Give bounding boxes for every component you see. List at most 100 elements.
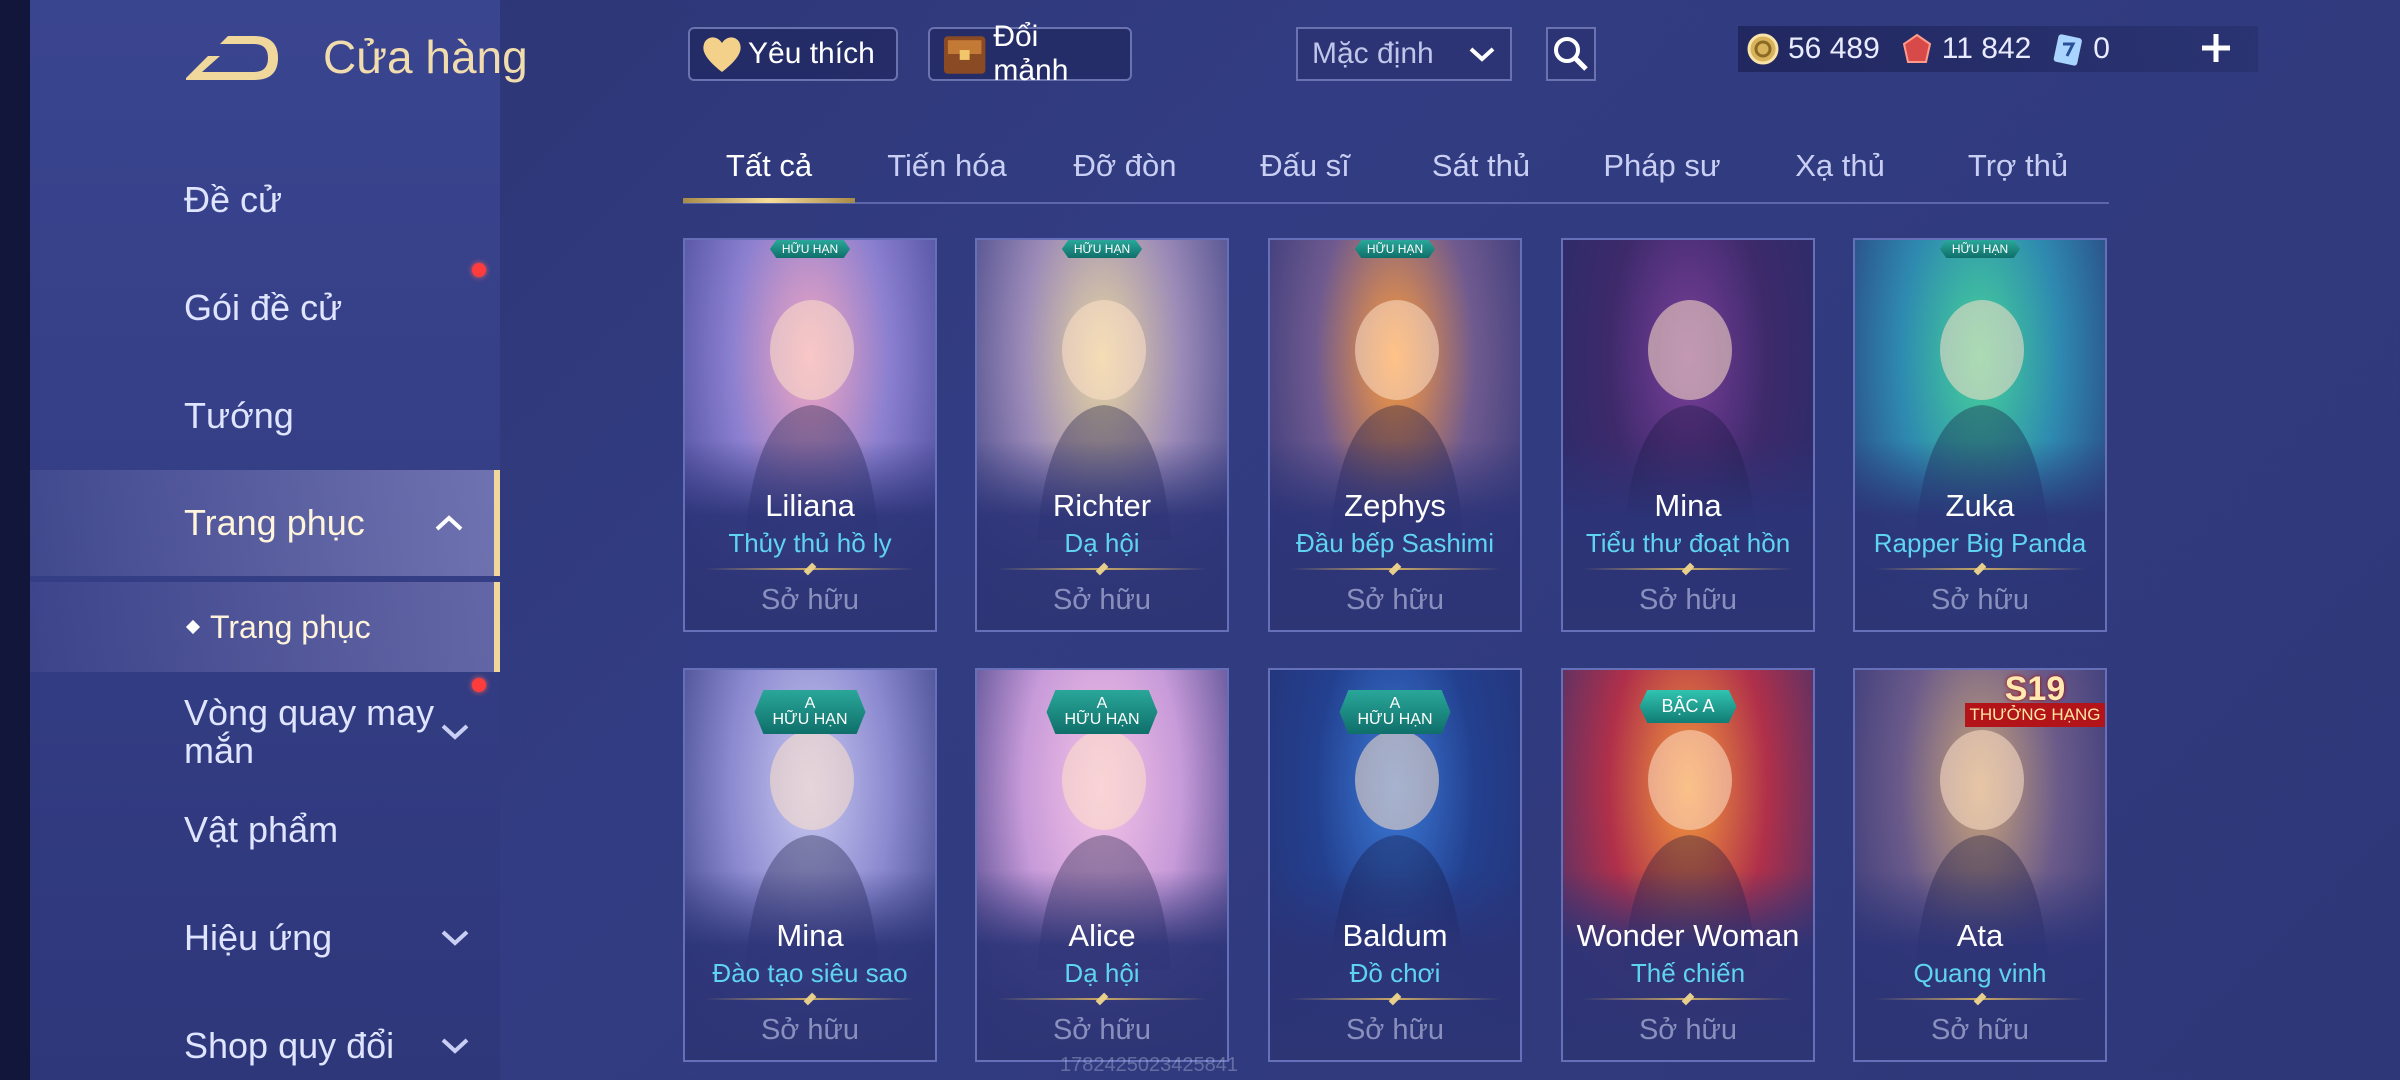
skin-name: Quang vinh xyxy=(1913,958,2047,988)
tab-assassin[interactable]: Sát thủ xyxy=(1432,148,1530,184)
owned-status: Sở hữu xyxy=(1052,1014,1152,1046)
hero-name: Baldum xyxy=(1342,918,1448,953)
skin-card[interactable]: HỮU HẠN Richter Dạ hội Sở hữu xyxy=(975,238,1229,632)
add-currency-button[interactable] xyxy=(2198,30,2234,66)
tab-fighter[interactable]: Đấu sĩ xyxy=(1260,148,1350,184)
card-divider xyxy=(997,998,1207,1000)
owned-status: Sở hữu xyxy=(1345,1014,1445,1046)
skin-name: Rapper Big Panda xyxy=(1873,528,2087,558)
ruby-currency: 11 842 xyxy=(1900,32,2031,66)
sidebar-item-skins[interactable]: Trang phục xyxy=(30,470,500,576)
owned-status: Sở hữu xyxy=(1052,584,1152,616)
hero-name: Wonder Woman xyxy=(1576,918,1800,953)
search-button[interactable] xyxy=(1546,27,1596,81)
limited-badge: HỮU HẠN xyxy=(769,240,851,258)
skin-card[interactable]: HỮU HẠN Zuka Rapper Big Panda Sở hữu xyxy=(1853,238,2107,632)
skin-card[interactable]: A HỮU HẠN Alice Dạ hội Sở hữu xyxy=(975,668,1229,1062)
hero-name: Liliana xyxy=(765,488,855,523)
page-title: Cửa hàng xyxy=(323,31,528,83)
skin-name: Đồ chơi xyxy=(1349,958,1441,988)
hero-name: Zuka xyxy=(1945,488,2015,523)
back-button[interactable] xyxy=(180,30,284,86)
tab-evolution[interactable]: Tiến hóa xyxy=(887,148,1007,184)
hero-name: Richter xyxy=(1052,488,1152,523)
sidebar-item-recommended-packs[interactable]: Gói đề cử xyxy=(30,258,500,358)
skin-card[interactable]: S19 THƯỞNG HẠNG Ata Quang vinh Sở hữu xyxy=(1853,668,2107,1062)
limited-badge: A HỮU HẠN xyxy=(1339,690,1451,734)
skin-card[interactable]: BẬC A Wonder Woman Thế chiến Sở hữu xyxy=(1561,668,1815,1062)
skin-name: Dạ hội xyxy=(1064,958,1140,988)
favorites-button[interactable]: Yêu thích xyxy=(688,27,898,81)
skin-card[interactable]: HỮU HẠN Liliana Thủy thủ hồ ly Sở hữu xyxy=(683,238,937,632)
sidebar-subitem-label: Trang phục xyxy=(210,608,371,645)
tab-mage[interactable]: Pháp sư xyxy=(1603,148,1720,184)
currency-bar: 56 489 11 842 0 xyxy=(1738,26,2258,72)
card-divider xyxy=(997,568,1207,570)
owned-status: Sở hữu xyxy=(1930,1014,2030,1046)
skin-name: Tiểu thư đoạt hồn xyxy=(1585,528,1791,558)
sidebar-item-heroes[interactable]: Tướng xyxy=(30,366,500,466)
sidebar-item-label: Hiệu ứng xyxy=(184,917,333,958)
card-divider xyxy=(705,568,915,570)
ruby-icon xyxy=(1902,33,1931,63)
chevron-down-icon xyxy=(440,923,470,953)
category-tabs: Tất cả Tiến hóa Đỡ đòn Đấu sĩ Sát thủ Ph… xyxy=(683,140,2109,204)
sort-value: Mặc định xyxy=(1312,37,1434,70)
back-arrow-icon xyxy=(186,36,278,80)
tab-tank[interactable]: Đỡ đòn xyxy=(1073,148,1176,184)
card-divider xyxy=(1583,568,1793,570)
tab-support[interactable]: Trợ thủ xyxy=(1968,148,2068,184)
tab-all[interactable]: Tất cả xyxy=(726,148,812,184)
chevron-up-icon xyxy=(434,508,464,538)
voucher-icon xyxy=(2053,34,2083,66)
sidebar-item-exchange-shop[interactable]: Shop quy đổi xyxy=(30,996,500,1080)
skin-name: Thủy thủ hồ ly xyxy=(728,528,892,558)
card-divider xyxy=(705,998,915,1000)
owned-status: Sở hữu xyxy=(1638,1014,1738,1046)
diamond-bullet-icon xyxy=(185,619,201,635)
sidebar-subitem-skins[interactable]: Trang phục xyxy=(30,582,500,672)
sidebar-item-items[interactable]: Vật phẩm xyxy=(30,780,500,880)
owned-status: Sở hữu xyxy=(760,1014,860,1046)
card-divider xyxy=(1290,568,1500,570)
sidebar-item-label: Gói đề cử xyxy=(184,287,343,328)
tab-marksman[interactable]: Xạ thủ xyxy=(1795,148,1885,184)
sort-dropdown[interactable]: Mặc định xyxy=(1296,27,1512,81)
hero-name: Ata xyxy=(1956,918,2004,953)
plus-icon xyxy=(2202,34,2230,62)
sidebar-item-label: Shop quy đổi xyxy=(184,1025,395,1066)
sidebar-item-label: Tướng xyxy=(184,395,294,436)
hero-name: Mina xyxy=(1654,488,1722,523)
card-divider xyxy=(1290,998,1500,1000)
chevron-down-icon xyxy=(1469,47,1495,62)
hero-name: Zephys xyxy=(1344,488,1446,523)
owned-status: Sở hữu xyxy=(760,584,860,616)
skin-card[interactable]: A HỮU HẠN Baldum Đồ chơi Sở hữu xyxy=(1268,668,1522,1062)
heart-icon xyxy=(703,37,741,72)
favorites-label: Yêu thích xyxy=(748,37,875,70)
chest-icon xyxy=(943,36,986,74)
sidebar-item-recommended[interactable]: Đề cử xyxy=(30,150,500,250)
owned-status: Sở hữu xyxy=(1345,584,1445,616)
skin-card[interactable]: A HỮU HẠN Mina Đào tạo siêu sao Sở hữu xyxy=(683,668,937,1062)
skin-name: Dạ hội xyxy=(1064,528,1140,558)
sidebar-item-label: Đề cử xyxy=(184,179,283,220)
sidebar-item-lucky-spin[interactable]: Vòng quay may mắn xyxy=(30,672,500,792)
hero-name: Mina xyxy=(776,918,844,953)
notification-dot xyxy=(472,678,486,692)
skin-name: Đầu bếp Sashimi xyxy=(1296,528,1494,558)
skin-card[interactable]: HỮU HẠN Zephys Đầu bếp Sashimi Sở hữu xyxy=(1268,238,1522,632)
exchange-fragments-button[interactable]: Đổi mảnh xyxy=(928,20,1132,87)
skin-card[interactable]: Mina Tiểu thư đoạt hồn Sở hữu xyxy=(1561,238,1815,632)
sidebar-item-effects[interactable]: Hiệu ứng xyxy=(30,888,500,988)
sidebar-item-label: Vòng quay may mắn xyxy=(184,692,435,771)
limited-badge: HỮU HẠN xyxy=(1939,240,2021,258)
card-divider xyxy=(1875,568,2085,570)
card-divider xyxy=(1583,998,1793,1000)
chevron-down-icon xyxy=(440,1031,470,1061)
voucher-amount: 0 xyxy=(2093,32,2110,65)
search-icon xyxy=(1554,37,1588,71)
sidebar-item-label: Trang phục xyxy=(184,502,365,543)
skin-name: Đào tạo siêu sao xyxy=(712,958,908,988)
tab-active-indicator xyxy=(683,198,855,203)
